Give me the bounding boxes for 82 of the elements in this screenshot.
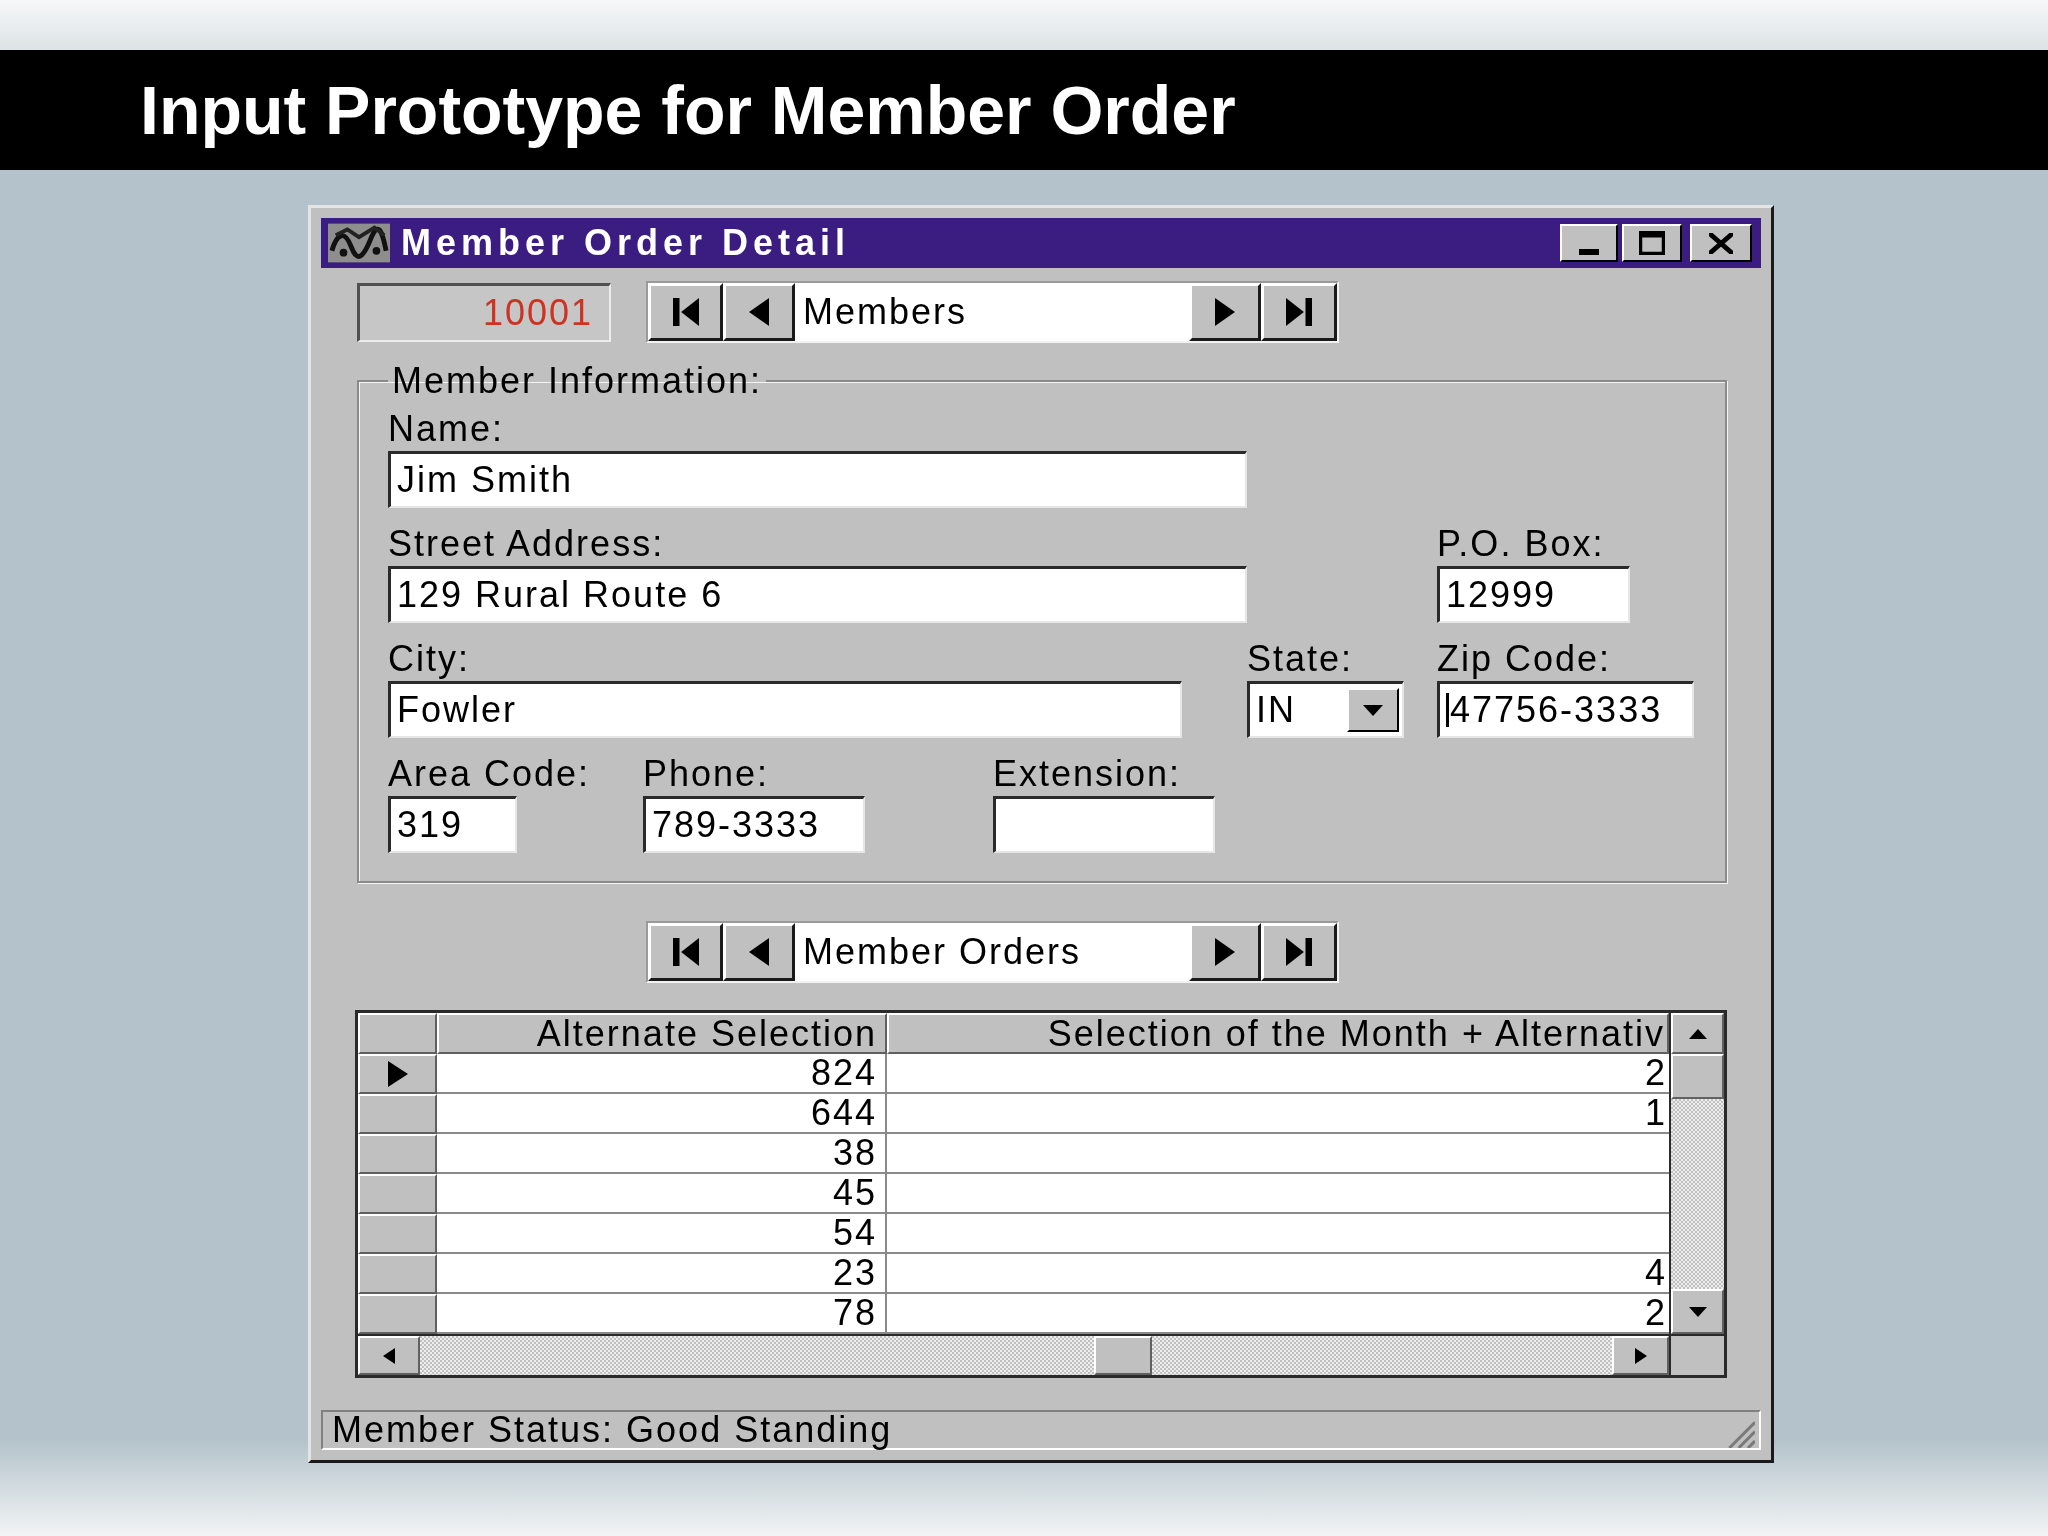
row-selector[interactable] (358, 1254, 437, 1294)
scroll-right-button[interactable] (1612, 1336, 1669, 1375)
group-title: Member Information: (391, 362, 764, 400)
po-box-field[interactable]: 12999 (1437, 566, 1630, 623)
vertical-scrollbar[interactable] (1671, 1013, 1724, 1334)
field-label: P.O. Box: (1437, 524, 1605, 564)
table-cell: 45 (437, 1174, 887, 1214)
row-selector[interactable] (358, 1174, 437, 1214)
dropdown-button[interactable] (1347, 688, 1399, 732)
navigator-label: Member Orders (802, 930, 1083, 974)
last-record-button[interactable] (1261, 923, 1337, 981)
maximize-button[interactable] (1622, 224, 1682, 262)
skip-to-end-icon (1286, 298, 1312, 326)
field-label: Extension: (993, 754, 1182, 794)
table-cell: 4 (887, 1254, 1669, 1294)
previous-record-button[interactable] (723, 283, 795, 341)
scroll-left-button[interactable] (358, 1336, 420, 1375)
maximize-icon (1639, 231, 1665, 255)
row-selector[interactable] (358, 1294, 437, 1334)
field-label: Phone: (643, 754, 770, 794)
table-cell: 824 (437, 1054, 887, 1094)
table-cell: 23 (437, 1254, 887, 1294)
triangle-up-icon (1688, 1028, 1707, 1039)
triangle-right-icon (1215, 938, 1235, 966)
next-record-button[interactable] (1189, 283, 1261, 341)
minimize-button[interactable] (1560, 224, 1618, 262)
field-label: Street Address: (388, 524, 665, 564)
first-record-button[interactable] (648, 283, 723, 341)
row-selector[interactable] (358, 1094, 437, 1134)
triangle-right-icon (1634, 1347, 1647, 1364)
triangle-left-icon (749, 298, 769, 326)
field-label: Area Code: (388, 754, 591, 794)
horizontal-scrollbar[interactable] (358, 1334, 1669, 1375)
city-field[interactable]: Fowler (388, 681, 1182, 738)
field-label: City: (388, 639, 470, 679)
scroll-thumb[interactable] (1671, 1054, 1724, 1099)
table-cell: 54 (437, 1214, 887, 1254)
scroll-up-button[interactable] (1671, 1013, 1724, 1054)
previous-record-button[interactable] (723, 923, 795, 981)
column-header[interactable]: Selection of the Month + Alternativ (887, 1013, 1669, 1054)
table-cell: 2 (887, 1054, 1669, 1094)
field-label: State: (1247, 639, 1354, 679)
skip-to-start-icon (672, 938, 699, 966)
status-text: Member Status: Good Standing (332, 1412, 893, 1448)
street-address-field[interactable]: 129 Rural Route 6 (388, 566, 1247, 623)
triangle-right-icon (1215, 298, 1235, 326)
table-cell: 1 (887, 1094, 1669, 1134)
close-button[interactable] (1690, 224, 1752, 262)
record-number-display: 10001 (357, 282, 611, 342)
table-cell: 2 (887, 1294, 1669, 1334)
row-selector[interactable] (358, 1214, 437, 1254)
field-label: Zip Code: (1437, 639, 1612, 679)
navigator-label: Members (802, 290, 969, 334)
zip-code-field[interactable]: 47756-3333 (1437, 681, 1694, 738)
triangle-left-icon (383, 1347, 395, 1364)
dropdown-arrow-icon (1363, 704, 1383, 716)
window-title: Member Order Detail (401, 221, 851, 265)
skip-to-start-icon (672, 298, 699, 326)
phone-field[interactable]: 789-3333 (643, 796, 865, 853)
row-selector[interactable] (358, 1134, 437, 1174)
table-cell: 78 (437, 1294, 887, 1334)
row-selector[interactable] (358, 1054, 437, 1094)
close-icon (1709, 232, 1733, 254)
name-field[interactable]: Jim Smith (388, 451, 1247, 508)
table-cell: 644 (437, 1094, 887, 1134)
column-header[interactable]: Alternate Selection (437, 1013, 887, 1054)
extension-field[interactable] (993, 796, 1215, 853)
triangle-down-icon (1688, 1306, 1707, 1317)
last-record-button[interactable] (1261, 283, 1337, 341)
area-code-field[interactable]: 319 (388, 796, 517, 853)
state-dropdown[interactable]: IN (1247, 681, 1404, 738)
table-cell: 38 (437, 1134, 887, 1174)
next-record-button[interactable] (1189, 923, 1261, 981)
minimize-icon (1579, 249, 1599, 255)
first-record-button[interactable] (648, 923, 723, 981)
field-label: Name: (388, 409, 505, 449)
scroll-thumb[interactable] (1094, 1336, 1152, 1375)
slide-title: Input Prototype for Member Order (140, 71, 1236, 150)
skip-to-end-icon (1286, 938, 1312, 966)
scroll-down-button[interactable] (1671, 1289, 1724, 1334)
triangle-left-icon (749, 938, 769, 966)
app-icon (328, 223, 390, 263)
